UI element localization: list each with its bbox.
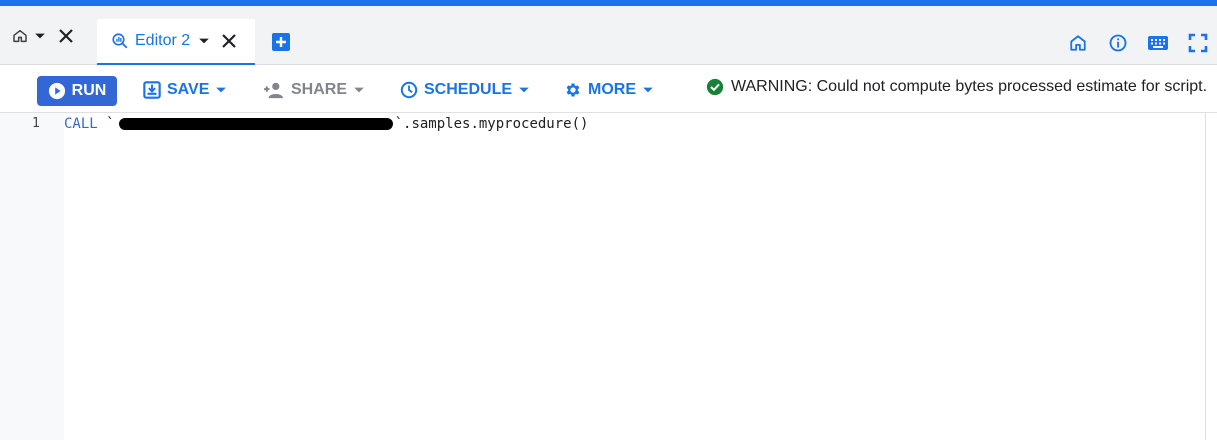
run-label: RUN [71,82,107,99]
schedule-label: SCHEDULE [424,81,513,98]
line-number: 1 [32,116,40,131]
editor-toolbar: RUN SAVE SHARE SCHEDULE MORE WARNING: Co… [0,65,1217,113]
close-icon[interactable] [222,34,236,48]
save-label: SAVE [167,81,210,98]
add-tab-button[interactable] [271,32,291,52]
chevron-down-icon [643,87,653,93]
tab-title: Editor 2 [135,32,191,49]
save-icon [143,81,161,99]
fullscreen-icon[interactable] [1187,32,1209,54]
sql-editor[interactable]: 1 CALL ` ` .samples.myprocedure() [0,113,1217,440]
backtick-open: ` [97,116,115,132]
chevron-down-icon [354,87,364,93]
home-icon [10,26,30,46]
chevron-down-icon [216,87,227,93]
query-status: WARNING: Could not compute bytes process… [706,78,1207,96]
chevron-down-icon [519,87,529,93]
run-button[interactable]: RUN [37,76,117,106]
home-icon[interactable] [1067,32,1089,54]
info-icon[interactable] [1107,32,1129,54]
tab-editor-2[interactable]: Editor 2 [97,19,255,65]
sql-keyword: CALL [64,116,98,132]
redacted-project-id [118,118,393,130]
query-icon [111,32,129,50]
clock-icon [400,81,418,99]
more-label: MORE [588,81,636,98]
tabbar-actions [1067,32,1209,54]
schedule-button[interactable]: SCHEDULE [400,77,530,103]
play-circle-icon [48,82,65,100]
close-icon[interactable] [56,26,76,46]
share-button[interactable]: SHARE [263,77,365,103]
editor-scroll-border [1205,113,1206,440]
line-gutter: 1 [0,113,64,440]
chevron-down-icon[interactable] [198,35,210,47]
code-line[interactable]: CALL ` ` .samples.myprocedure() [64,116,588,132]
add-icon [272,33,290,51]
gear-icon [566,83,580,97]
person-add-icon [264,82,283,99]
check-circle-icon [706,78,724,96]
code-text: .samples.myprocedure() [403,116,589,132]
chevron-down-icon[interactable] [30,26,50,46]
status-message: WARNING: Could not compute bytes process… [731,78,1208,95]
tab-bar: Editor 2 [0,6,1217,65]
keyboard-icon[interactable] [1147,32,1169,54]
share-label: SHARE [291,81,348,98]
save-button[interactable]: SAVE [143,77,227,103]
more-button[interactable]: MORE [564,77,654,103]
home-tab[interactable] [10,24,76,48]
backtick-close: ` [394,116,404,132]
